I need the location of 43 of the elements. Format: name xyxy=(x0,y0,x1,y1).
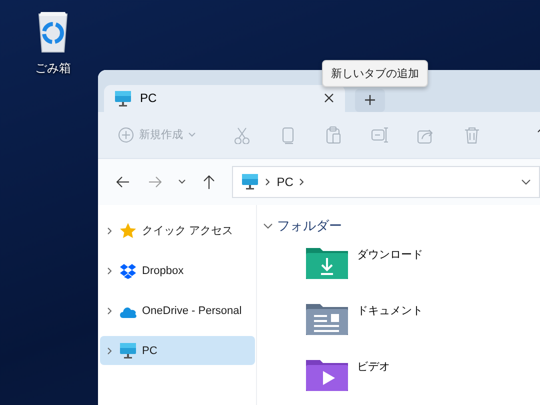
star-icon xyxy=(119,222,137,240)
tab[interactable]: PC xyxy=(104,84,345,112)
nav-item[interactable]: PC xyxy=(100,336,255,365)
computer-icon xyxy=(114,90,132,107)
video-folder-icon xyxy=(305,357,349,392)
group-header[interactable]: フォルダー xyxy=(263,215,540,237)
folder-item[interactable]: ビデオ xyxy=(299,349,396,405)
address-field[interactable]: PC xyxy=(232,166,540,198)
chevron-right-icon xyxy=(106,306,114,314)
chevron-icon xyxy=(263,223,273,229)
nav-item[interactable]: クイック アクセス xyxy=(100,216,255,245)
breadcrumb[interactable]: PC xyxy=(276,174,294,189)
document-folder-icon xyxy=(305,301,349,336)
new-tab-button[interactable] xyxy=(355,88,385,112)
desktop-icon[interactable]: ごみ箱 xyxy=(22,8,84,77)
desktop-icon-label: ごみ箱 xyxy=(35,60,71,77)
nav-item[interactable]: OneDrive - Personal xyxy=(100,296,255,325)
chevron-right-icon xyxy=(106,266,114,274)
folder-item[interactable]: ダウンロード xyxy=(299,237,429,293)
clipboard-icon xyxy=(325,126,343,144)
caret-icon xyxy=(178,178,186,185)
tooltip: 新しいタブの追加 xyxy=(322,60,428,87)
folder-item[interactable]: ドキュメント xyxy=(299,293,429,349)
download-folder-icon xyxy=(305,245,349,280)
nav-item[interactable]: Dropbox xyxy=(100,256,255,285)
caret-icon xyxy=(188,132,196,138)
chevron-right-icon xyxy=(106,226,114,234)
rename-icon xyxy=(371,126,389,144)
dropbox-icon xyxy=(119,262,137,280)
arrow-up-icon xyxy=(202,174,216,190)
close-icon xyxy=(323,92,335,104)
arrow-left-icon xyxy=(114,174,131,189)
chevron-icon xyxy=(299,178,306,186)
scissors-icon xyxy=(233,126,251,144)
trash-icon xyxy=(463,126,481,144)
chevron-icon xyxy=(264,178,271,186)
chevron-right-icon xyxy=(106,346,114,354)
arrow-right-icon xyxy=(146,174,163,189)
dropdown-icon xyxy=(521,178,531,185)
computer-icon xyxy=(119,342,137,360)
plus-icon xyxy=(364,94,376,106)
plus-circle-icon xyxy=(118,126,134,143)
computer-icon xyxy=(240,173,259,190)
